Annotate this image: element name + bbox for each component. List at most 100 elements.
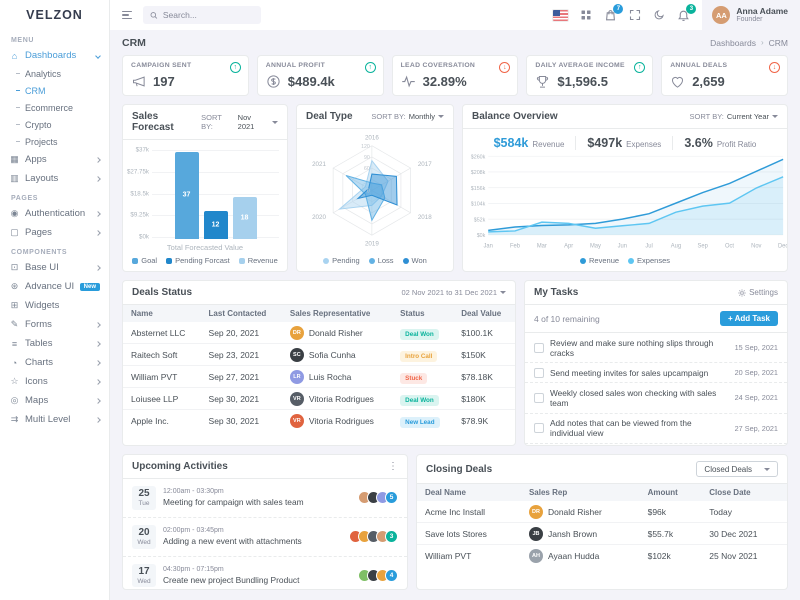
page-title: CRM [122,37,146,49]
sidebar-item-multi-level[interactable]: ⇉ Multi Level [0,410,109,429]
fullscreen-button[interactable] [629,9,641,21]
deals-date-range-dropdown[interactable]: 02 Nov 2021 to 31 Dec 2021 [402,288,507,297]
sidebar-item-icons[interactable]: ☆ Icons [0,372,109,391]
table-row[interactable]: Raitech SoftSep 23, 2021 SCSofia Cunha I… [123,344,515,366]
trend-down-icon: ↓ [499,62,510,73]
sidebar-item-layouts[interactable]: ▥ Layouts [0,169,109,188]
forms-icon: ✎ [9,319,20,330]
closing-deals-table: Deal NameSales Rep AmountClose Date Acme… [417,484,787,566]
search-icon [150,11,158,20]
user-menu[interactable]: AA Anna Adame Founder [702,0,800,30]
sales-forecast-legend: Goal Pending Forcast Revenue [123,254,287,271]
chevron-right-icon [95,157,101,163]
sidebar-item-apps[interactable]: ▦ Apps [0,150,109,169]
search-input[interactable] [163,10,254,20]
balance-x-tick: Sep [698,242,709,249]
my-tasks-card: My Tasks Settings 4 of 10 remaining + Ad… [524,280,788,446]
sidebar-item-base-ui[interactable]: ⊡ Base UI [0,258,109,277]
sidebar-item-crypto[interactable]: Crypto [0,116,109,133]
app-logo[interactable]: VELZON [0,0,109,30]
sidebar-item-crm[interactable]: CRM [0,82,109,99]
sidebar-item-maps[interactable]: ◎ Maps [0,391,109,410]
activity-item: 17 Wed 04:30pm - 07:15pm Create new proj… [123,557,407,590]
sidebar-item-ecommerce[interactable]: Ecommerce [0,99,109,116]
table-row[interactable]: Absternet LLCSep 20, 2021 DRDonald Rishe… [123,322,515,344]
table-row[interactable]: Save lots Stores JBJansh Brown $55.7k30 … [417,523,787,545]
balance-x-tick: Jul [645,242,652,249]
balance-x-tick: Mar [537,242,547,249]
table-row[interactable]: Acme Inc Install DRDonald Risher $96kTod… [417,501,787,523]
bar-goal: 37 [175,152,199,239]
radar-axis-label: 2016 [365,135,379,142]
task-checkbox[interactable] [534,343,544,353]
sidebar-item-forms[interactable]: ✎ Forms [0,315,109,334]
sidebar-item-dashboards[interactable]: ⌂ Dashboards [0,46,109,65]
breadcrumb-dashboards[interactable]: Dashboards [710,38,756,48]
pages-icon: ▢ [9,227,20,238]
sidebar-item-authentication[interactable]: ◉ Authentication [0,204,109,223]
sidebar-item-advance-ui[interactable]: ⊛ Advance UI New [0,277,109,296]
task-checkbox[interactable] [534,368,544,378]
avatar-group: 4 [358,569,398,582]
radar-axis-label: 2021 [312,161,326,168]
trend-down-icon: ↓ [769,62,780,73]
task-checkbox[interactable] [534,393,544,403]
expenses-total: $497k [587,136,622,150]
sidebar-item-projects[interactable]: Projects [0,133,109,150]
cart-button[interactable]: 7 [604,9,617,22]
sidebar-section-pages: PAGES [0,188,109,204]
deal-type-sort-dropdown[interactable]: SORT BY: Monthly [371,112,444,121]
avatar: VR [290,392,304,406]
sidebar-item-widgets[interactable]: ⊞ Widgets [0,296,109,315]
chevron-right-icon [95,322,101,328]
closing-deals-card: Closing Deals Closed Deals Deal NameSale… [416,454,788,590]
kebab-menu-icon[interactable]: ⋮ [388,462,398,472]
sidebar-item-pages[interactable]: ▢ Pages [0,223,109,242]
table-row[interactable]: William PVTSep 27, 2021 LRLuis Rocha Stu… [123,366,515,388]
add-task-button[interactable]: + Add Task [720,311,778,326]
upcoming-activities-card: Upcoming Activities ⋮ 25 Tue 12:00am - 0… [122,454,408,590]
page-header: CRM Dashboards › CRM [110,30,800,55]
hamburger-menu-button[interactable] [120,9,134,22]
moon-icon [653,9,665,21]
stat-value: $489.4k [288,74,335,89]
layouts-icon: ▥ [9,173,20,184]
closed-deals-filter-select[interactable]: Closed Deals [696,461,778,477]
grid-icon [580,9,592,21]
task-item: Send meeting invites for sales upcampaig… [525,363,787,383]
search-box[interactable] [143,6,261,24]
task-checkbox[interactable] [534,423,544,433]
table-row[interactable]: Loiusee LLPSep 30, 2021 VRVitoria Rodrig… [123,388,515,410]
sales-forecast-sort-dropdown[interactable]: SORT BY: Nov 2021 [201,113,278,131]
upcoming-activities-title: Upcoming Activities [132,461,228,472]
stat-card-annual-profit: ANNUAL PROFIT ↑ $489.4k [257,55,384,96]
multi-level-icon: ⇉ [9,414,20,425]
table-row[interactable]: Apple Inc.Sep 30, 2021 VRVitoria Rodrigu… [123,410,515,432]
language-flag-button[interactable] [553,10,568,21]
balance-overview-sort-dropdown[interactable]: SORT BY: Current Year [690,112,778,121]
status-badge: Deal Won [400,395,439,406]
content-area: CAMPAIGN SENT ↑ 197 ANNUAL PROFIT ↑ $489… [110,55,800,600]
balance-x-tick: Feb [510,242,521,249]
tasks-settings-button[interactable]: Settings [738,288,778,297]
activity-item: 25 Tue 12:00am - 03:30pm Meeting for cam… [123,479,407,518]
deal-name: Apple Inc. [123,410,201,432]
table-row[interactable]: William PVT AHAyaan Hudda $102k25 Nov 20… [417,545,787,567]
web-apps-button[interactable] [580,9,592,21]
dark-mode-button[interactable] [653,9,665,21]
user-name: Anna Adame [736,6,788,16]
notifications-button[interactable]: 3 [677,9,690,22]
user-role: Founder [736,16,788,24]
icons-icon: ☆ [9,376,20,387]
charts-row: Sales Forecast SORT BY: Nov 2021 $37k $2… [122,104,788,272]
sidebar-item-analytics[interactable]: Analytics [0,65,109,82]
sidebar-item-charts[interactable]: ◔ Charts [0,353,109,372]
chevron-right-icon [95,417,101,423]
deal-name: William PVT [123,366,201,388]
radar-tick-label: 60 [364,166,370,172]
sidebar-item-tables[interactable]: ≡ Tables [0,334,109,353]
sales-forecast-plot: 37 12 18 [152,148,279,239]
stat-value: $1,596.5 [557,74,608,89]
stat-value: 2,659 [692,74,725,89]
balance-y-tick: $104k [471,201,486,207]
